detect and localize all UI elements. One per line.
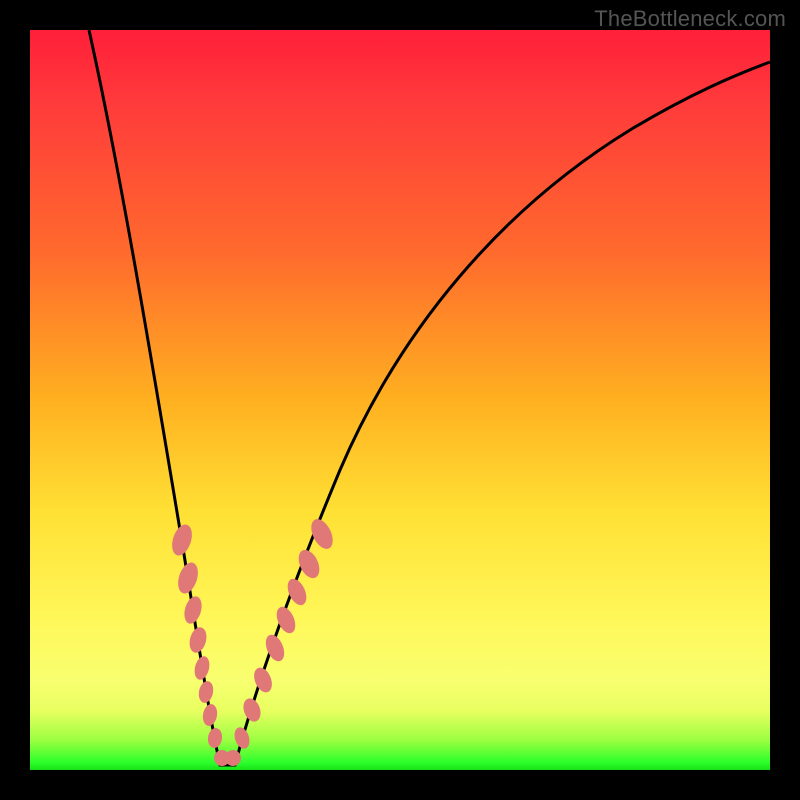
marker-dot bbox=[192, 655, 211, 682]
marker-dot bbox=[207, 727, 224, 749]
marker-dot bbox=[187, 625, 209, 654]
plot-area bbox=[30, 30, 770, 770]
attribution-text: TheBottleneck.com bbox=[594, 6, 786, 32]
curve-layer bbox=[30, 30, 770, 770]
marker-dot bbox=[251, 665, 276, 695]
marker-dot bbox=[174, 560, 201, 596]
marker-dot bbox=[307, 516, 337, 553]
bottleneck-curve bbox=[89, 30, 770, 765]
marker-dot bbox=[232, 725, 252, 750]
marker-dot bbox=[197, 680, 215, 704]
marker-dot bbox=[201, 703, 219, 727]
marker-group bbox=[168, 516, 337, 766]
marker-dot bbox=[225, 750, 241, 766]
marker-dot bbox=[240, 696, 263, 724]
marker-dot bbox=[181, 594, 204, 625]
chart-frame: TheBottleneck.com bbox=[0, 0, 800, 800]
marker-dot bbox=[168, 522, 195, 558]
